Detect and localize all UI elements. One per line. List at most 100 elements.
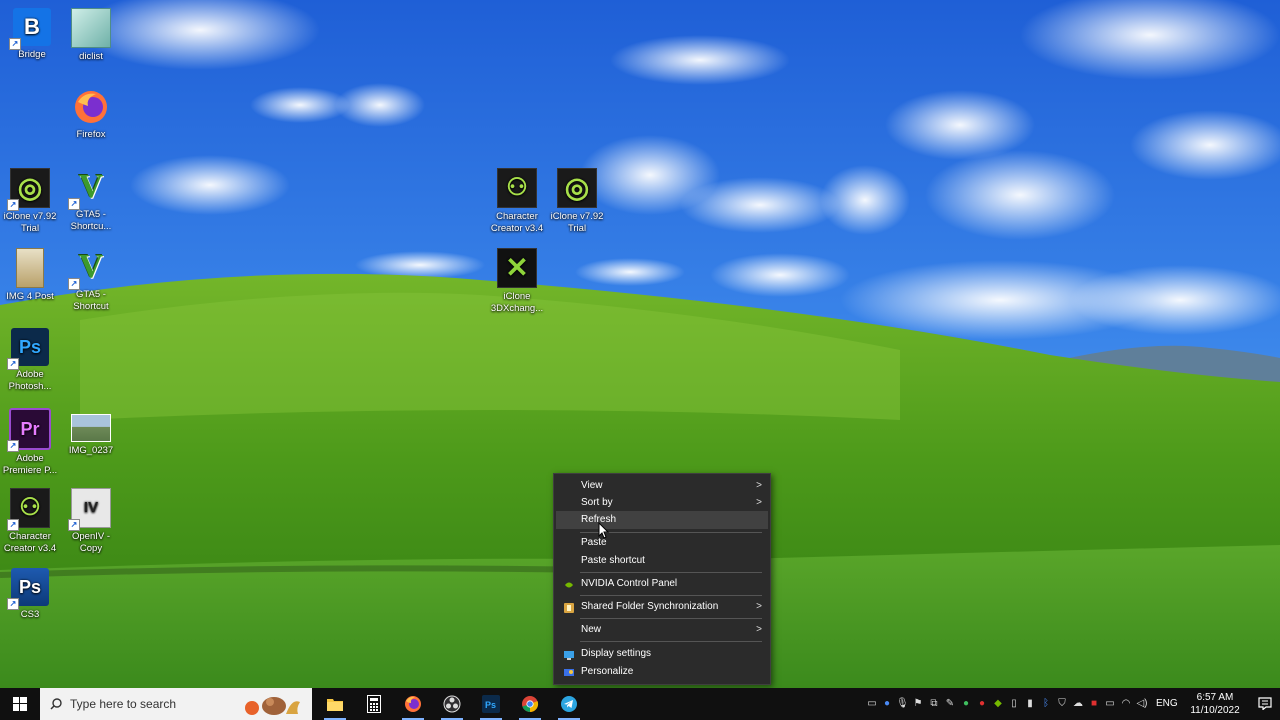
nvidia-icon xyxy=(564,579,574,590)
screenshot-tool-icon[interactable]: ⧉ xyxy=(928,698,940,710)
openiv-icon: IV ↗ xyxy=(68,488,111,531)
desktop-icon-premiere[interactable]: Pr ↗ Adobe Premiere P... xyxy=(0,404,62,482)
menu-item-label: Personalize xyxy=(581,666,634,677)
menu-item-label: Display settings xyxy=(581,648,652,659)
menu-item-label: View xyxy=(581,480,603,491)
desktop-icon-openiv[interactable]: IV ↗ OpenIV - Copy xyxy=(59,484,123,562)
clock-time: 6:57 AM xyxy=(1196,692,1234,703)
desktop-icon-iclone-2[interactable]: ◎ iClone v7.92 Trial xyxy=(545,164,609,242)
start-button[interactable] xyxy=(0,688,40,720)
desktop-icon-gta5[interactable]: V ↗ GTA5 - Shortcu... xyxy=(59,164,123,242)
image-file-icon xyxy=(16,248,44,288)
desktop-icon-firefox[interactable]: Firefox xyxy=(59,84,123,162)
gta5-icon: V ↗ xyxy=(68,168,110,210)
desktop-icon-label: OpenIV - Copy xyxy=(71,531,111,554)
cloud-icon[interactable]: ☁ xyxy=(1072,698,1084,710)
mouse-cursor-icon xyxy=(598,521,610,540)
menu-item-label: Paste shortcut xyxy=(581,555,645,566)
desktop-icon-label: CS3 xyxy=(20,609,40,620)
clock[interactable]: 6:57 AM 11/10/2022 xyxy=(1184,691,1246,717)
desktop-icon-gta5-shortcut[interactable]: V ↗ GTA5 - Shortcut xyxy=(59,244,123,322)
menu-item-label: New xyxy=(581,624,602,635)
photoshop-icon: Ps ↗ xyxy=(7,328,49,370)
wifi-icon[interactable]: ◠ xyxy=(1120,698,1132,710)
microphone-icon[interactable]: 🎙 xyxy=(896,698,909,710)
language-indicator[interactable]: ENG xyxy=(1156,688,1178,720)
search-highlight-illustration-icon xyxy=(245,697,300,715)
telegram-icon xyxy=(561,696,577,712)
desktop-icon-label: Adobe Premiere P... xyxy=(2,453,58,476)
notifications-icon[interactable] xyxy=(1258,697,1272,711)
menu-item-new[interactable]: New > xyxy=(556,621,768,639)
taskbar-firefox[interactable] xyxy=(394,688,432,720)
chrome-tray-icon[interactable]: ● xyxy=(881,698,893,710)
desktop-icon-iclone[interactable]: ◎ ↗ iClone v7.92 Trial xyxy=(0,164,62,242)
menu-item-shared-folder-sync[interactable]: Shared Folder Synchronization > xyxy=(556,598,768,616)
folder-icon xyxy=(327,699,343,711)
desktop-icon-label: Firefox xyxy=(76,129,106,140)
menu-item-paste-shortcut[interactable]: Paste shortcut xyxy=(556,552,768,570)
shared-folder-icon xyxy=(564,602,574,613)
chevron-right-icon: > xyxy=(756,497,762,508)
desktop-icon-character-creator-2[interactable]: ⚇ Character Creator v3.4 xyxy=(485,164,549,242)
display-icon xyxy=(564,649,574,660)
desktop-icon-label: Bridge xyxy=(18,49,46,60)
character-creator-icon: ⚇ ↗ xyxy=(7,488,50,531)
desktop-icon-cs3[interactable]: Ps ↗ CS3 xyxy=(0,564,62,642)
menu-separator xyxy=(580,572,762,573)
taskbar-telegram[interactable] xyxy=(550,688,588,720)
menu-item-view[interactable]: View > xyxy=(556,477,768,495)
desktop-icon-diclist[interactable]: diclist xyxy=(59,4,123,82)
menu-separator xyxy=(580,595,762,596)
chrome-icon xyxy=(522,696,539,713)
taskbar-search-box[interactable]: Type here to search xyxy=(40,688,312,720)
desktop-icon-3dxchange[interactable]: ✕ iClone 3DXchang... xyxy=(485,244,549,322)
clock-date: 11/10/2022 xyxy=(1190,705,1240,716)
menu-item-nvidia-control-panel[interactable]: NVIDIA Control Panel xyxy=(556,575,768,593)
menu-item-sort-by[interactable]: Sort by > xyxy=(556,494,768,512)
tool-icon[interactable]: ✎ xyxy=(944,698,956,710)
system-tray: ▭ ● 🎙 ⚑ ⧉ ✎ ● ● ◆ ▯ ▮ ᛒ ⛉ ☁ ■ ▭ ◠ ◁) ENG… xyxy=(860,688,1280,720)
svg-text:Ps: Ps xyxy=(485,700,496,710)
iclone-icon: ◎ ↗ xyxy=(7,168,50,211)
antivirus-icon[interactable]: ■ xyxy=(1088,698,1100,710)
shield-icon[interactable]: ⛉ xyxy=(1056,698,1068,710)
volume-icon[interactable]: ◁) xyxy=(1136,698,1148,710)
desktop-icon-label: Character Creator v3.4 xyxy=(3,531,57,554)
desktop-icon-label: iClone 3DXchang... xyxy=(490,291,544,314)
usb-icon[interactable]: ▯ xyxy=(1008,698,1020,710)
menu-item-display-settings[interactable]: Display settings xyxy=(556,645,768,663)
menu-item-refresh[interactable]: Refresh xyxy=(556,511,768,529)
menu-item-label: Shared Folder Synchronization xyxy=(581,601,719,612)
update-icon[interactable]: ● xyxy=(960,698,972,710)
obs-icon xyxy=(443,695,461,713)
firefox-icon xyxy=(405,696,421,712)
menu-separator xyxy=(580,641,762,642)
desktop-icon-img4post[interactable]: IMG 4 Post xyxy=(0,244,62,322)
taskbar-calculator[interactable] xyxy=(355,688,393,720)
windows-logo-icon xyxy=(13,697,27,711)
taskbar-photoshop[interactable]: Ps xyxy=(472,688,510,720)
desktop-icon-photoshop[interactable]: Ps ↗ Adobe Photosh... xyxy=(0,324,62,402)
phone-icon[interactable]: ▮ xyxy=(1024,698,1036,710)
desktop-icon-bridge[interactable]: B ↗ Bridge xyxy=(0,4,64,82)
menu-item-personalize[interactable]: Personalize xyxy=(556,663,768,681)
desktop-icon-label: diclist xyxy=(79,51,103,62)
meet-now-icon[interactable]: ▭ xyxy=(866,698,878,710)
menu-item-paste[interactable]: Paste xyxy=(556,534,768,552)
taskbar-obs[interactable] xyxy=(433,688,471,720)
photoshop-icon: Ps xyxy=(482,695,500,713)
battery-icon[interactable]: ▭ xyxy=(1104,698,1116,710)
flag-icon[interactable]: ⚑ xyxy=(912,698,924,710)
3dxchange-icon: ✕ xyxy=(497,248,537,288)
bluetooth-icon[interactable]: ᛒ xyxy=(1040,698,1052,710)
taskbar-chrome[interactable] xyxy=(511,688,549,720)
record-icon[interactable]: ● xyxy=(976,698,988,710)
nvidia-tray-icon[interactable]: ◆ xyxy=(992,698,1004,710)
desktop-icon-img0237[interactable]: IMG_0237 xyxy=(59,404,123,482)
desktop-icon-character-creator[interactable]: ⚇ ↗ Character Creator v3.4 xyxy=(0,484,62,562)
taskbar-file-explorer[interactable] xyxy=(316,688,354,720)
desktop-icon-label: GTA5 - Shortcu... xyxy=(70,209,112,232)
desktop-icon-label: IMG_0237 xyxy=(68,445,114,456)
personalize-icon xyxy=(564,667,574,677)
